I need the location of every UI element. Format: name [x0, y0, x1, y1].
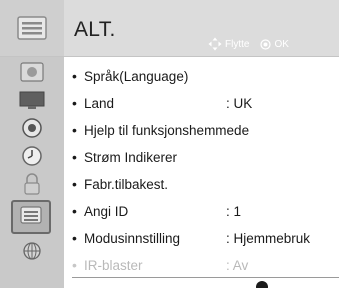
menu-item-label: Strøm Indikerer: [84, 149, 178, 165]
menu-item-power-indicator[interactable]: • Strøm Indikerer: [72, 144, 337, 170]
menu-item-value: : Av: [226, 257, 249, 273]
navigation-arrows-icon: [208, 37, 222, 51]
menu-item-label: Angi ID: [84, 203, 129, 219]
menu-item-value: : Hjemmebruk: [226, 230, 311, 246]
picture-icon: [19, 61, 45, 88]
key-hints: Flytte OK: [208, 37, 289, 51]
hint-ok-label: OK: [274, 38, 289, 50]
menu-item-accessibility[interactable]: • Hjelp til funksjonshemmede: [72, 117, 337, 143]
menu-item-ir-blaster: • IR-blaster : Av: [72, 252, 337, 278]
sidebar-item-network[interactable]: [0, 239, 64, 267]
sidebar-item-picture[interactable]: [0, 60, 64, 88]
bullet: •: [72, 149, 77, 165]
bullet: •: [72, 176, 77, 192]
category-sidebar: [0, 57, 64, 288]
option-icon: [19, 205, 43, 230]
option-menu-icon: [0, 0, 64, 56]
bullet: •: [72, 203, 77, 219]
monitor-icon: [18, 90, 46, 115]
bullet: •: [72, 122, 77, 138]
ok-button-icon: [260, 38, 272, 50]
audio-icon: [20, 116, 44, 145]
menu-item-label: Fabr.tilbakest.: [84, 176, 169, 192]
menu-item-language[interactable]: • Språk(Language): [72, 63, 337, 89]
menu-item-value: : 1: [226, 203, 242, 219]
menu-item-country[interactable]: • Land : UK: [72, 90, 337, 116]
menu-item-mode-setting[interactable]: • Modusinnstilling : Hjemmebruk: [72, 225, 337, 251]
hint-move-label: Flytte: [225, 38, 250, 50]
clock-icon: [20, 144, 44, 173]
sidebar-item-time[interactable]: [0, 144, 64, 172]
menu-item-label: Land: [84, 95, 115, 111]
menu-item-label: Hjelp til funksjonshemmede: [84, 122, 250, 138]
menu-item-label: IR-blaster: [84, 257, 143, 273]
highlight-line: [72, 277, 339, 278]
menu-header: ALT. Flytte OK: [0, 0, 339, 57]
menu-item-value: : UK: [226, 95, 253, 111]
bullet: •: [72, 230, 77, 246]
sidebar-item-audio[interactable]: [0, 116, 64, 144]
menu-item-factory-reset[interactable]: • Fabr.tilbakest.: [72, 171, 337, 197]
menu-item-label: Modusinnstilling: [84, 230, 181, 246]
menu-item-set-id[interactable]: • Angi ID : 1: [72, 198, 337, 224]
page-title: ALT.: [74, 18, 116, 41]
sidebar-item-lock[interactable]: [0, 172, 64, 200]
bullet: •: [72, 68, 77, 84]
lock-icon: [21, 172, 43, 201]
sidebar-item-monitor[interactable]: [0, 88, 64, 116]
callout-dot: [256, 281, 268, 288]
sidebar-item-option[interactable]: [11, 200, 51, 234]
bullet: •: [72, 257, 77, 273]
network-icon: [19, 240, 45, 267]
tv-menu-screen: ALT. Flytte OK • Språk(Language) • Land …: [0, 0, 339, 288]
bullet: •: [72, 95, 77, 111]
option-menu-list: • Språk(Language) • Land : UK • Hjelp ti…: [64, 57, 339, 288]
menu-item-label: Språk(Language): [84, 68, 189, 84]
